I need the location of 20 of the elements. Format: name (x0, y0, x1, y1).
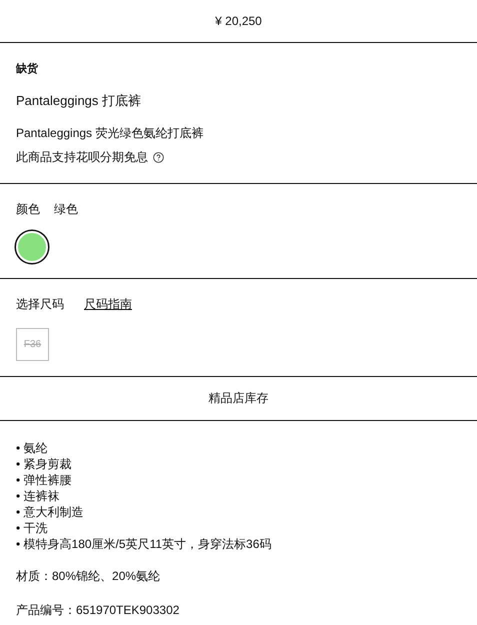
stock-status: 缺货 (16, 63, 38, 76)
product-subtitle: Pantaleggings 荧光绿色氨纶打底裤 (16, 126, 204, 140)
size-guide-link[interactable]: 尺码指南 (84, 296, 132, 313)
feature-item: • 干洗 (16, 520, 49, 536)
color-swatch[interactable] (16, 230, 48, 263)
product-code: 产品编号：651970TEK903302 (16, 602, 180, 619)
feature-item: • 连裤袜 (16, 488, 61, 504)
installment-note: 此商品支持花呗分期免息 (16, 150, 148, 165)
product-title: Pantaleggings 打底裤 (16, 93, 142, 109)
color-label: 颜色 (16, 202, 40, 216)
feature-item: • 意大利制造 (16, 504, 85, 520)
size-label: 选择尺码 (16, 297, 64, 312)
feature-item: • 氨纶 (16, 440, 49, 456)
material-text: 材质：80%锦纶、20%氨纶 (16, 568, 162, 585)
help-icon[interactable] (153, 152, 164, 163)
price: ¥ 20,250 (215, 14, 262, 28)
color-value: 绿色 (54, 202, 78, 216)
feature-item: • 紧身剪裁 (16, 456, 73, 472)
feature-item: • 模特身高180厘米/5英尺11英寸，身穿法标36码 (16, 536, 272, 552)
feature-item: • 弹性裤腰 (16, 472, 73, 488)
